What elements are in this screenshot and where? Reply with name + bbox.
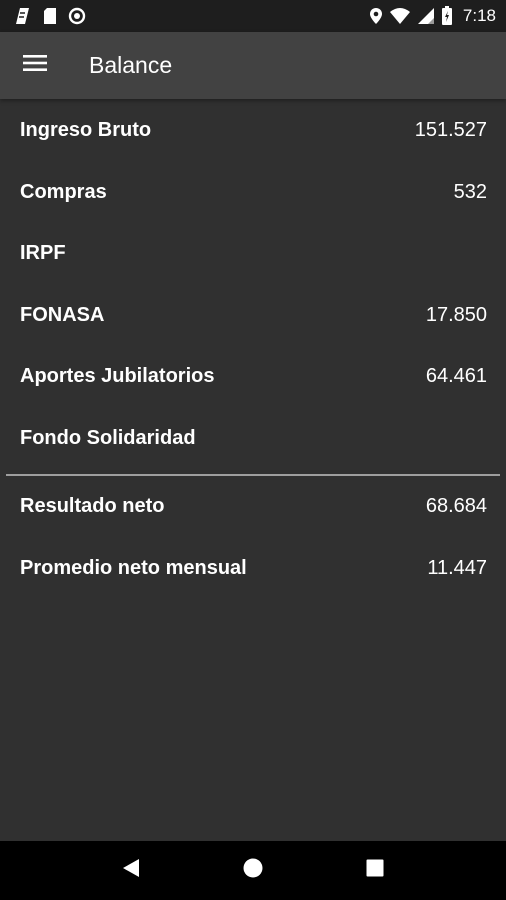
row-label: Compras — [20, 180, 107, 203]
row-label: Promedio neto mensual — [20, 556, 247, 579]
sd-card-icon — [42, 7, 58, 25]
recents-button[interactable] — [345, 841, 405, 900]
row-value: 151.527 — [414, 119, 487, 142]
status-time: 7:18 — [462, 6, 496, 25]
row-value: 64.461 — [425, 365, 487, 388]
balance-row-promedio-neto-mensual: Promedio neto mensual 11.447 — [0, 538, 506, 600]
row-value: 532 — [453, 180, 487, 203]
balance-row-aportes-jubilatorios: Aportes Jubilatorios 64.461 — [0, 346, 506, 408]
system-nav-bar — [0, 841, 506, 900]
home-icon — [243, 858, 263, 883]
location-icon — [369, 7, 383, 25]
wifi-icon — [389, 7, 411, 25]
back-button[interactable] — [101, 841, 161, 900]
app-bar: Balance — [0, 32, 506, 99]
balance-row-fondo-solidaridad: Fondo Solidaridad — [0, 408, 506, 470]
balance-row-irpf: IRPF — [0, 223, 506, 285]
balance-row-fonasa: FONASA 17.850 — [0, 285, 506, 347]
menu-button[interactable] — [0, 32, 70, 99]
battery-icon — [441, 6, 453, 26]
row-label: Resultado neto — [20, 495, 165, 518]
row-label: Aportes Jubilatorios — [20, 365, 215, 388]
row-label: Ingreso Bruto — [20, 119, 152, 142]
balance-row-resultado-neto: Resultado neto 68.684 — [0, 476, 506, 538]
balance-row-ingreso-bruto: Ingreso Bruto 151.527 — [0, 100, 506, 162]
row-label: IRPF — [20, 242, 66, 265]
row-value: 11.447 — [427, 556, 487, 579]
row-label: Fondo Solidaridad — [20, 426, 196, 449]
row-label: FONASA — [20, 303, 105, 326]
row-value: 68.684 — [425, 495, 487, 518]
recents-icon — [366, 859, 384, 882]
hamburger-menu-icon — [23, 54, 47, 77]
row-value: 17.850 — [425, 303, 487, 326]
status-left-icons — [12, 7, 86, 25]
circle-app-icon — [68, 7, 86, 25]
notification-icon — [12, 7, 32, 25]
balance-row-compras: Compras 532 — [0, 162, 506, 224]
status-right-icons: 7:18 — [369, 6, 496, 26]
page-title: Balance — [89, 52, 173, 78]
home-button[interactable] — [223, 841, 283, 900]
back-icon — [122, 858, 140, 883]
cell-signal-icon — [417, 7, 435, 25]
status-bar: 7:18 — [0, 0, 506, 32]
balance-list: Ingreso Bruto 151.527 Compras 532 IRPF F… — [0, 100, 506, 599]
